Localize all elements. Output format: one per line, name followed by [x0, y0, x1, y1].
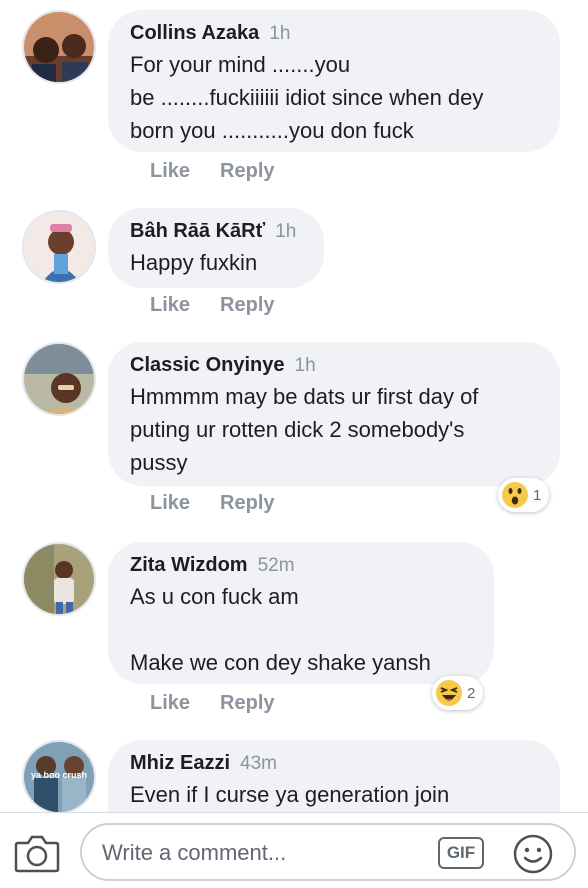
reaction-count: 2: [467, 684, 476, 702]
like-button[interactable]: Like: [150, 294, 190, 317]
avatar[interactable]: [22, 542, 96, 616]
comment-time[interactable]: 52m: [258, 555, 295, 577]
reaction-count: 1: [533, 486, 542, 504]
comment-bubble: Bâh Rāā KāRť 1h Happy fuxkin: [108, 208, 324, 288]
camera-icon[interactable]: [14, 833, 60, 873]
avatar[interactable]: [22, 10, 96, 84]
avatar[interactable]: [22, 342, 96, 416]
commenter-name[interactable]: Classic Onyinye: [130, 354, 285, 377]
laugh-emoji-icon: [436, 680, 462, 706]
comment-text: Even if I curse ya generation join: [130, 782, 450, 807]
comment-bubble: Classic Onyinye 1h Hmmmm may be dats ur …: [108, 342, 560, 486]
comment-time[interactable]: 1h: [275, 221, 296, 243]
reaction-badge[interactable]: 1: [498, 478, 550, 512]
reply-button[interactable]: Reply: [220, 692, 274, 715]
commenter-name[interactable]: Zita Wizdom: [130, 554, 248, 577]
commenter-name[interactable]: Mhiz Eazzi: [130, 752, 230, 775]
avatar-photo: [24, 12, 94, 82]
comment-text: As u con fuck am Make we con dey shake y…: [130, 584, 431, 675]
gif-button[interactable]: GIF: [438, 837, 484, 869]
reaction-badge[interactable]: 2: [432, 676, 484, 710]
commenter-name[interactable]: Collins Azaka: [130, 22, 259, 45]
avatar-photo: [24, 344, 94, 414]
comment-text: Hmmmm may be dats ur first day of puting…: [130, 384, 479, 475]
comment-input[interactable]: [102, 837, 432, 869]
commenter-name[interactable]: Bâh Rāā KāRť: [130, 220, 265, 243]
like-button[interactable]: Like: [150, 492, 190, 515]
comment-feed: Collins Azaka 1h For your mind .......yo…: [0, 0, 588, 812]
like-button[interactable]: Like: [150, 160, 190, 183]
comment-bubble: Mhiz Eazzi 43m Even if I curse ya genera…: [108, 740, 560, 812]
avatar-caption: ya boo crush: [30, 770, 87, 780]
comment-text: Happy fuxkin: [130, 250, 258, 275]
avatar-photo: [24, 544, 94, 614]
reply-button[interactable]: Reply: [220, 160, 274, 183]
wow-emoji-icon: [502, 482, 528, 508]
comment-time[interactable]: 1h: [295, 355, 316, 377]
like-button[interactable]: Like: [150, 692, 190, 715]
reply-button[interactable]: Reply: [220, 492, 274, 515]
comment-time[interactable]: 43m: [240, 753, 277, 775]
reply-button[interactable]: Reply: [220, 294, 274, 317]
comment-bubble: Collins Azaka 1h For your mind .......yo…: [108, 10, 560, 152]
comment-composer: GIF: [0, 812, 588, 888]
smiley-icon[interactable]: [512, 833, 554, 875]
comment-input-box[interactable]: GIF: [80, 823, 576, 881]
comment-time[interactable]: 1h: [269, 23, 290, 45]
avatar[interactable]: ya boo crush: [22, 740, 96, 812]
avatar-photo: [24, 212, 94, 282]
comment-bubble: Zita Wizdom 52m As u con fuck am Make we…: [108, 542, 494, 684]
avatar[interactable]: [22, 210, 96, 284]
comment-text: For your mind .......you be ........fuck…: [130, 52, 484, 143]
